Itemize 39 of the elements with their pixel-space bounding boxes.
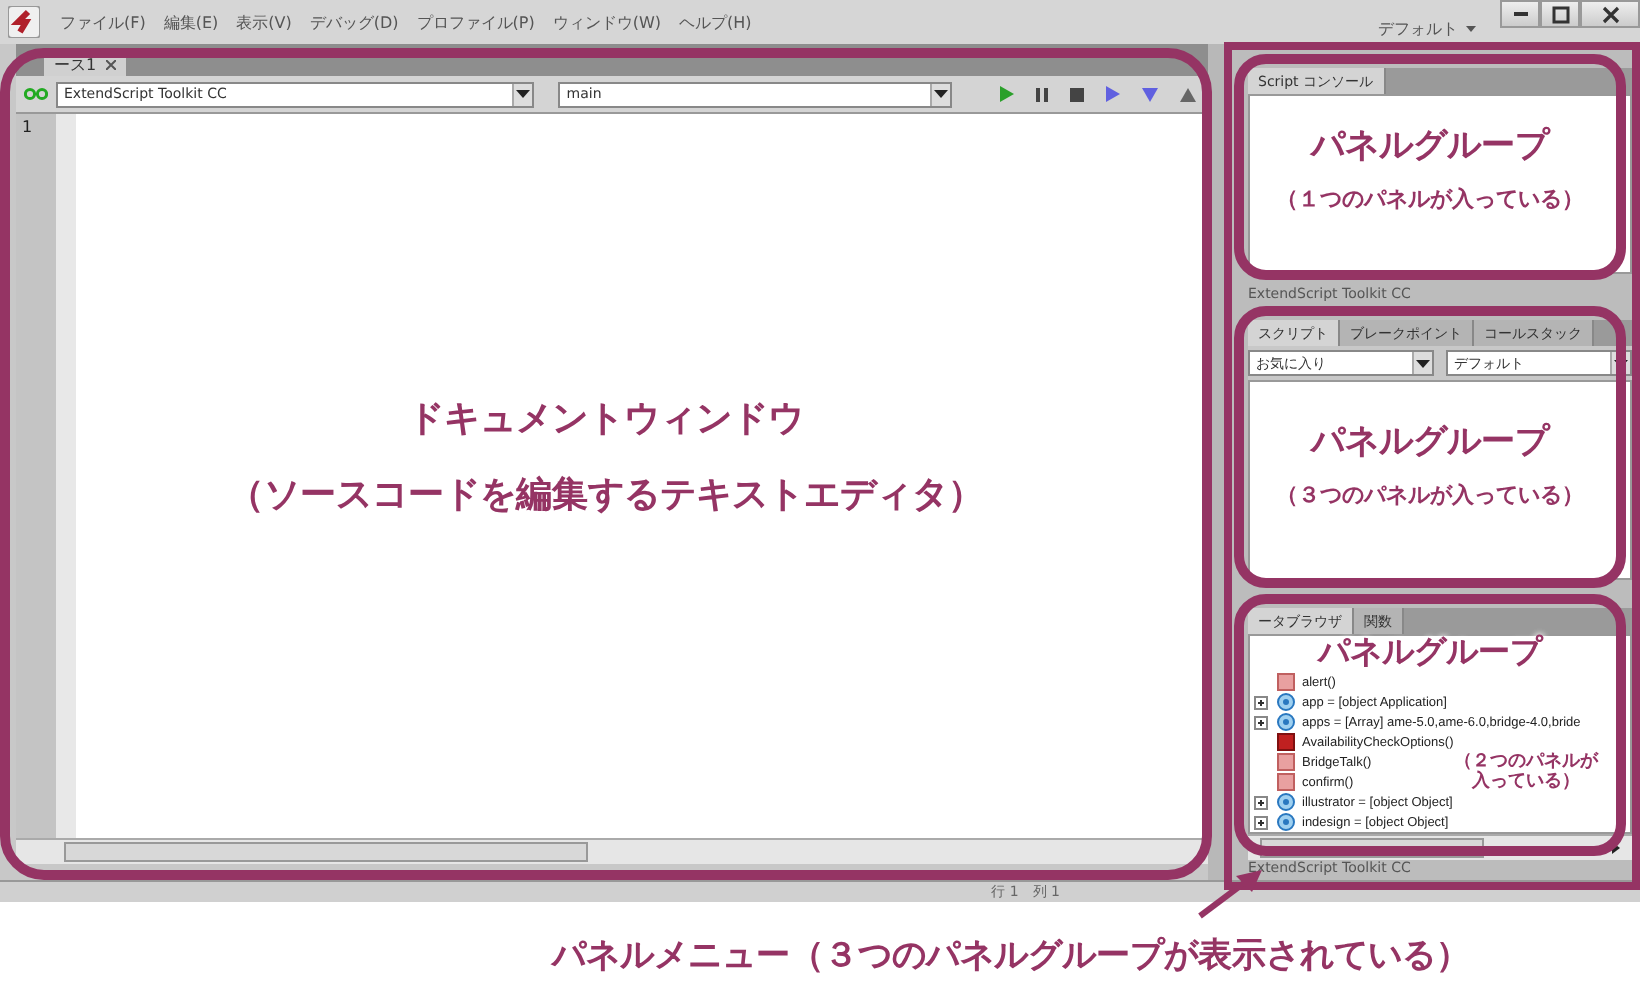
- menu-item[interactable]: ファイル(F): [60, 11, 146, 33]
- menu-item[interactable]: ウィンドウ(W): [552, 11, 661, 33]
- expand-icon[interactable]: [1254, 815, 1268, 829]
- function-icon: [1276, 672, 1296, 692]
- expand-icon[interactable]: [1254, 695, 1268, 709]
- callout-note: （１つのパネルが入っている）: [1276, 183, 1584, 213]
- maximize-icon: [1551, 5, 1569, 23]
- callout-title: パネルグループ: [1311, 419, 1549, 463]
- callout-title: パネルグループ: [1318, 634, 1542, 668]
- step-into-icon[interactable]: [1142, 87, 1158, 101]
- callout-note: （ソースコードを編集するテキストエディタ）: [228, 472, 984, 518]
- step-out-icon[interactable]: [1180, 87, 1196, 101]
- callout-note: （２つのパネルが入っている）: [1452, 752, 1600, 792]
- expand-icon[interactable]: [1254, 795, 1268, 809]
- menu-item[interactable]: ヘルプ(H): [679, 11, 752, 33]
- close-icon[interactable]: [106, 60, 117, 70]
- pause-icon[interactable]: [1036, 87, 1048, 101]
- menu-item[interactable]: プロファイル(P): [416, 11, 535, 33]
- workspace-menu[interactable]: デフォルト: [1378, 17, 1476, 39]
- caption: パネルメニュー（３つのパネルグループが表示されている）: [552, 934, 1470, 978]
- close-icon: [1601, 5, 1619, 23]
- step-over-icon[interactable]: [1106, 86, 1120, 102]
- menu-item[interactable]: 表示(V): [236, 11, 292, 33]
- scrollbar-thumb[interactable]: [64, 842, 588, 862]
- menu-item[interactable]: デバッグ(D): [309, 11, 399, 33]
- callout-title: ドキュメントウィンドウ: [408, 396, 804, 442]
- minimize-button[interactable]: [1500, 0, 1540, 28]
- callout-note: （３つのパネルが入っている）: [1276, 479, 1584, 509]
- callout-title: パネルグループ: [1311, 123, 1549, 167]
- app-logo-icon: [8, 6, 40, 38]
- maximize-button[interactable]: [1540, 0, 1580, 28]
- close-button[interactable]: [1580, 0, 1640, 28]
- class-icon: [1276, 732, 1296, 752]
- line-number: 1: [22, 118, 35, 136]
- expand-icon[interactable]: [1254, 715, 1268, 729]
- minimize-icon: [1513, 12, 1527, 16]
- stop-icon[interactable]: [1070, 87, 1084, 101]
- link-icon: [24, 86, 48, 102]
- menu-item[interactable]: 編集(E): [163, 11, 219, 33]
